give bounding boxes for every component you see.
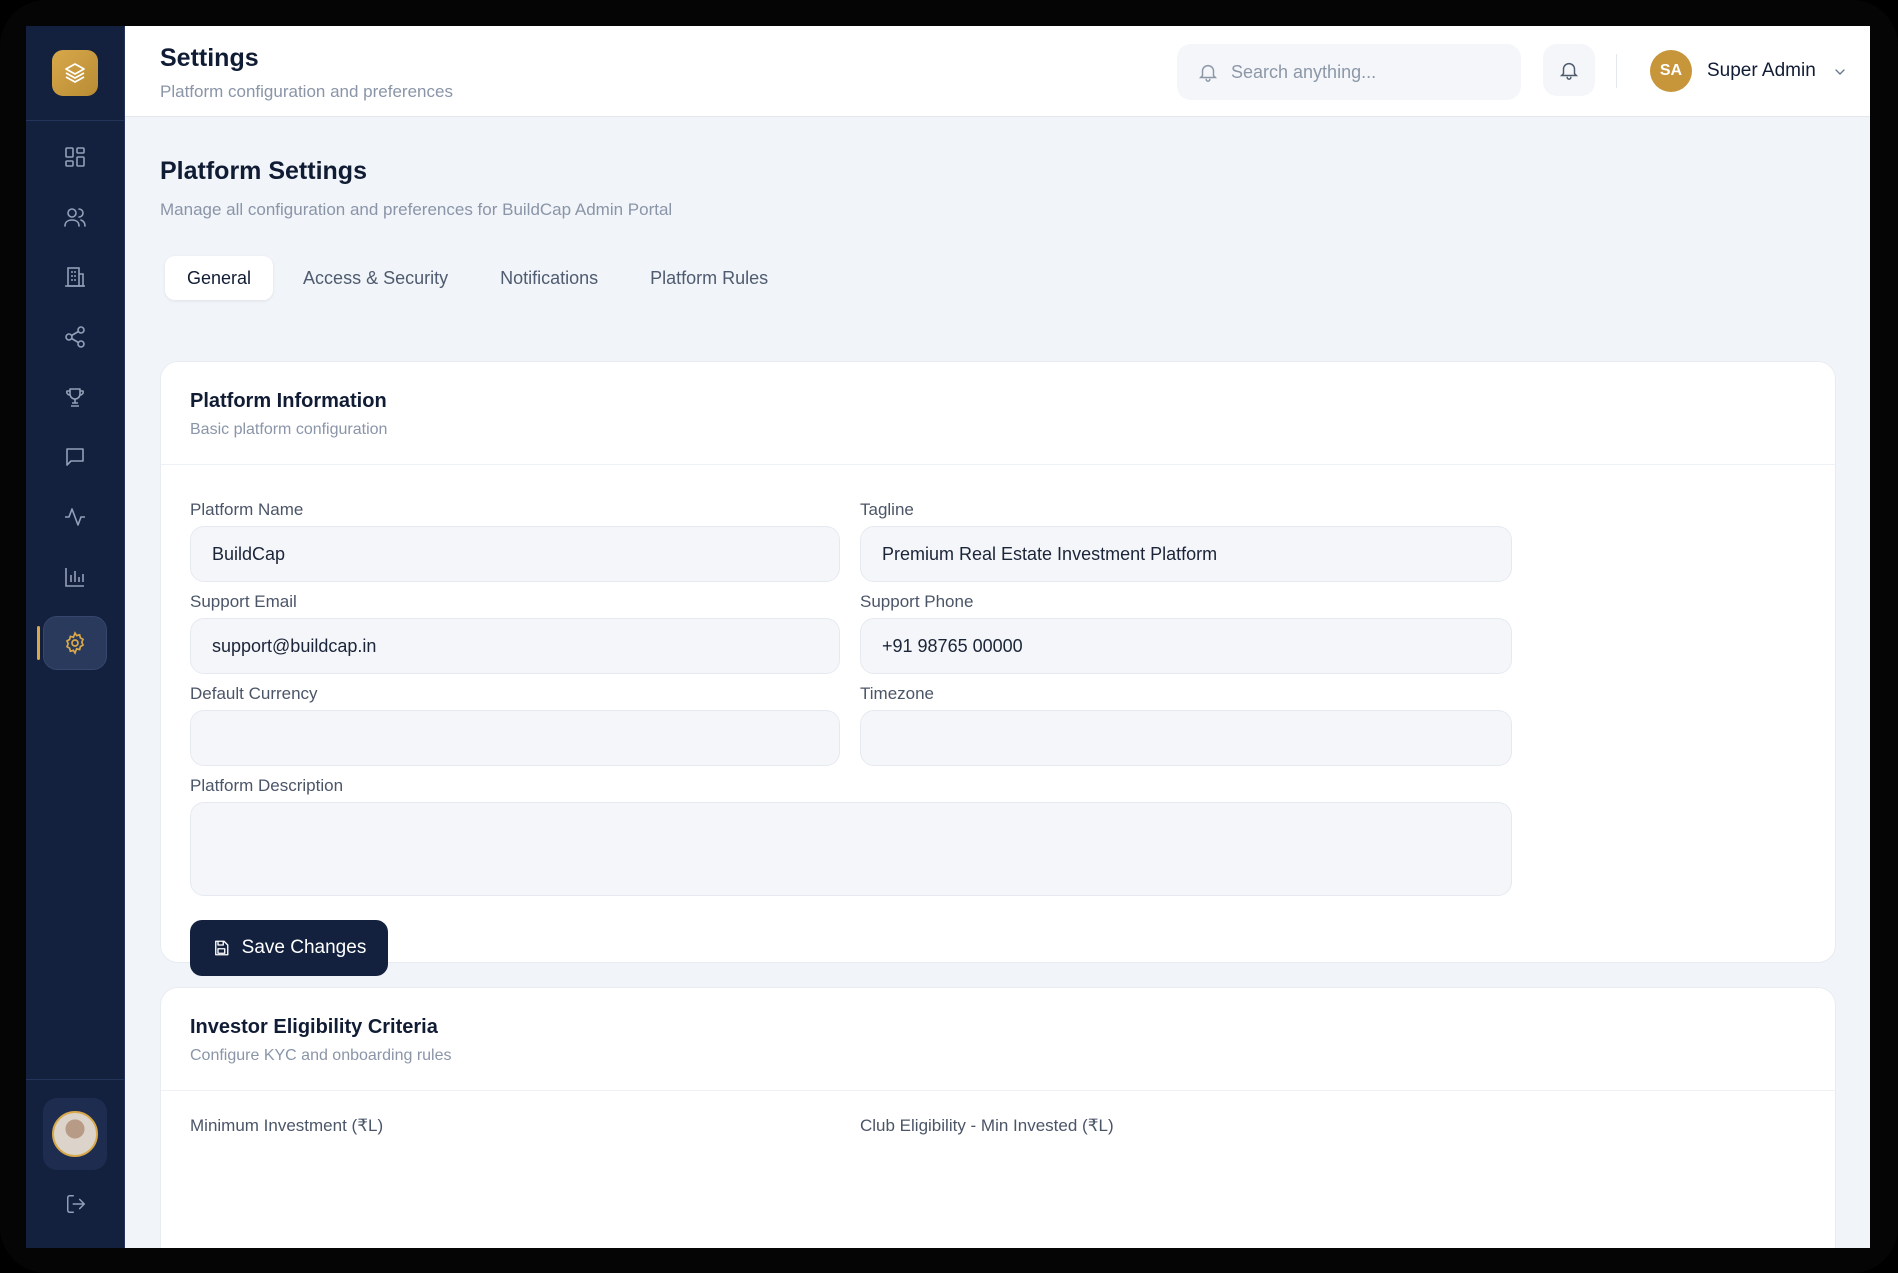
profile-button[interactable]: [43, 1098, 107, 1170]
users-icon: [64, 208, 86, 227]
settings-tabs: General Access & Security Notifications …: [165, 256, 790, 300]
platform-name-field[interactable]: BuildCap: [190, 526, 840, 582]
card-subtitle: Basic platform configuration: [190, 421, 388, 438]
timezone-select[interactable]: [860, 710, 1512, 766]
description-label: Platform Description: [190, 776, 344, 795]
sidebar-item-activity[interactable]: [43, 490, 107, 544]
tagline-field[interactable]: Premium Real Estate Investment Platform: [860, 526, 1512, 582]
search-input[interactable]: [1231, 61, 1491, 83]
sidebar-item-settings[interactable]: [43, 616, 107, 670]
building-icon: [65, 267, 85, 287]
share-icon: [65, 326, 85, 348]
sidebar-item-dashboard[interactable]: [43, 130, 107, 184]
platform-name-label: Platform Name: [190, 500, 304, 519]
min-investment-label: Minimum Investment (₹L): [190, 1116, 384, 1135]
eligibility-card: Investor Eligibility Criteria Configure …: [160, 987, 1836, 1248]
card-subtitle: Configure KYC and onboarding rules: [190, 1047, 452, 1064]
settings-icon: [65, 631, 85, 655]
device-frame: Settings Platform configuration and pref…: [0, 0, 1898, 1273]
page-subtitle: Platform configuration and preferences: [160, 82, 453, 101]
sidebar-item-properties[interactable]: [43, 250, 107, 304]
app-screen: Settings Platform configuration and pref…: [26, 26, 1870, 1248]
save-button-label: Save Changes: [241, 937, 367, 958]
support-phone-label: Support Phone: [860, 592, 974, 611]
sidebar-item-users[interactable]: [43, 190, 107, 244]
active-indicator: [37, 626, 40, 660]
default-currency-select[interactable]: [190, 710, 840, 766]
card-title: Investor Eligibility Criteria: [190, 1016, 438, 1038]
dashboard-icon: [65, 147, 85, 167]
message-icon: [66, 448, 84, 466]
page-title: Settings: [160, 44, 259, 72]
trophy-icon: [66, 388, 84, 407]
search-box[interactable]: [1177, 44, 1521, 100]
description-textarea[interactable]: [190, 802, 1512, 896]
default-currency-label: Default Currency: [190, 684, 318, 703]
bell-icon: [1198, 64, 1218, 82]
sidebar: [26, 26, 125, 1248]
section-title: Platform Settings: [160, 157, 367, 185]
avatar: [52, 1111, 98, 1157]
tab-access-security[interactable]: Access & Security: [281, 256, 470, 300]
tagline-label: Tagline: [860, 500, 914, 519]
tab-notifications[interactable]: Notifications: [478, 256, 620, 300]
card-header: Investor Eligibility Criteria Configure …: [161, 988, 1835, 1091]
sidebar-divider: [26, 1079, 125, 1080]
sidebar-item-messages[interactable]: [43, 430, 107, 484]
card-title: Platform Information: [190, 390, 387, 412]
sidebar-item-referrals[interactable]: [43, 310, 107, 364]
platform-info-card: Platform Information Basic platform conf…: [160, 361, 1836, 976]
sidebar-item-rewards[interactable]: [43, 370, 107, 424]
timezone-label: Timezone: [860, 684, 935, 703]
chevron-down-icon[interactable]: [1832, 64, 1848, 80]
club-eligibility-label: Club Eligibility - Min Invested (₹L): [860, 1116, 1114, 1135]
notifications-button[interactable]: [1543, 44, 1595, 96]
tab-general[interactable]: General: [165, 256, 274, 300]
sidebar-item-reports[interactable]: [43, 550, 107, 604]
bell-icon: [1559, 62, 1579, 80]
logout-icon: [67, 1195, 85, 1213]
support-email-label: Support Email: [190, 592, 297, 611]
app-logo[interactable]: [52, 50, 98, 96]
main-content: Platform Settings Manage all configurati…: [125, 117, 1870, 1248]
tab-platform-rules[interactable]: Platform Rules: [628, 256, 790, 300]
support-email-field[interactable]: support@buildcap.in: [190, 618, 840, 674]
bar-chart-icon: [65, 568, 84, 587]
sidebar-divider: [26, 120, 125, 121]
user-name[interactable]: Super Admin: [1707, 60, 1816, 82]
save-icon: [214, 940, 229, 956]
card-header: Platform Information Basic platform conf…: [161, 362, 1835, 465]
support-phone-field[interactable]: +91 98765 00000: [860, 618, 1512, 674]
activity-icon: [65, 508, 85, 526]
layers-icon: [65, 63, 85, 83]
header-divider: [1616, 54, 1617, 88]
section-subtitle: Manage all configuration and preferences…: [160, 200, 673, 219]
top-header: Settings Platform configuration and pref…: [125, 26, 1870, 117]
save-button[interactable]: Save Changes: [190, 920, 388, 976]
logout-button[interactable]: [61, 1189, 91, 1219]
user-avatar[interactable]: SA: [1650, 50, 1692, 92]
